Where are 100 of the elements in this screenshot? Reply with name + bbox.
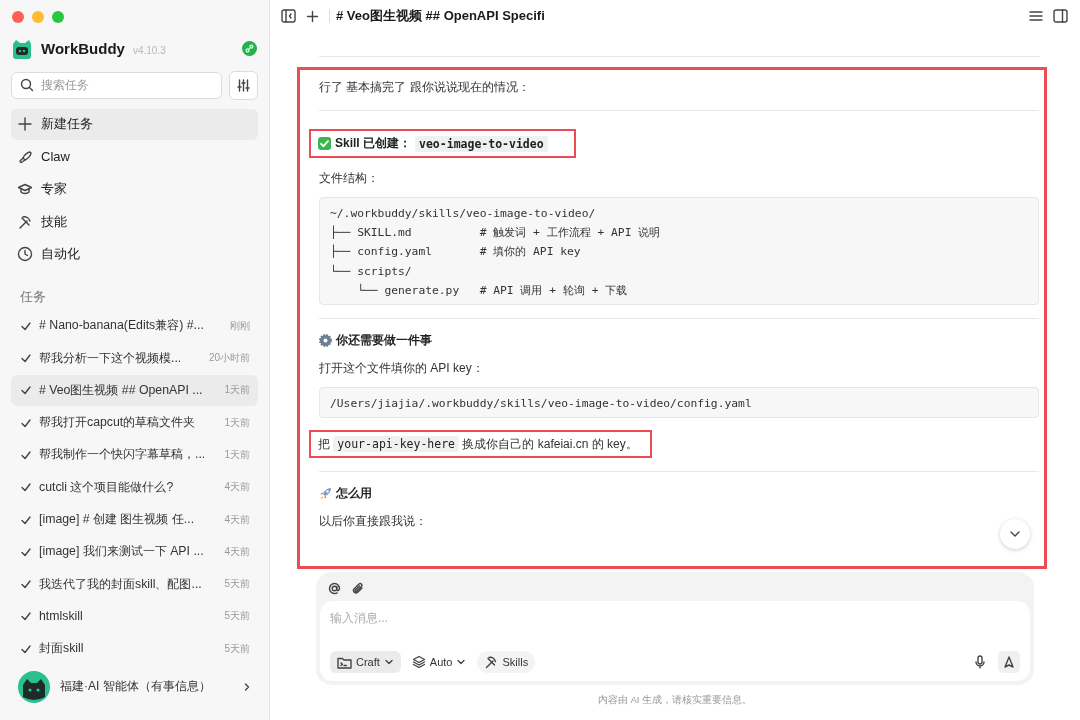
inline-code: your-api-key-here (333, 436, 460, 453)
pickaxe-icon (484, 655, 499, 669)
check-icon (20, 352, 32, 365)
section-label: 任务 (20, 289, 47, 307)
chevron-down-icon (383, 658, 394, 666)
app-version: v4.10.3 (132, 44, 166, 56)
task-time: 5天前 (224, 641, 250, 656)
task-title: 我迭代了我的封面skill、配图... (39, 575, 203, 593)
task-time: 刚刚 (230, 318, 250, 333)
task-item[interactable]: [image] # 创建 图生视频 任... 4天前 (11, 504, 258, 535)
task-time: 1天前 (224, 383, 250, 398)
nav-item[interactable]: 技能 (11, 206, 258, 238)
code-line: /Users/jiajia/.workbuddy/skills/veo-image-to-video/config.yaml (330, 396, 753, 412)
task-title: 帮我分析一下这个视频模... (39, 349, 183, 367)
nav-item[interactable]: 新建任务 (11, 109, 258, 140)
code-line: └── generate.py # API 调用 + 轮询 + 下载 (356, 282, 629, 299)
app-name: WorkBuddy (41, 40, 125, 58)
panel-icon[interactable] (1053, 9, 1068, 23)
inline-code: veo-image-to-video (415, 135, 548, 152)
task-item[interactable]: 我迭代了我的封面skill、配图... 5天前 (11, 568, 258, 600)
message-text: Skill 已创建： (335, 135, 411, 152)
task-item[interactable]: # Nano-banana(Edits兼容) #... 刚刚 (11, 310, 258, 341)
search-icon (20, 78, 34, 93)
plus-icon (17, 116, 33, 133)
check-icon (20, 481, 32, 494)
code-line: ├── config.yaml # 填你的 API key (330, 243, 582, 261)
message-text: 换成你自己的 kafeiai.cn 的 key。 (461, 435, 638, 453)
search-field[interactable]: 搜索任务 (11, 72, 222, 99)
code-line: ├── SKILL.md # 触发词 + 工作流程 + API 说明 (330, 224, 662, 242)
message-text: 把 (318, 435, 331, 453)
rocket-icon (319, 487, 332, 501)
clock-icon (17, 246, 33, 263)
chevron-down-icon (456, 658, 467, 666)
account-name: 福建·AI 智能体（有事信息） (60, 678, 212, 696)
nav-item[interactable]: 自动化 (11, 239, 258, 270)
task-title: 封面skill (39, 640, 85, 658)
task-item[interactable]: 封面skill 5天前 (11, 633, 258, 664)
gear-icon (319, 334, 332, 347)
nav-item[interactable]: 专家 (11, 174, 258, 205)
task-time: 4天前 (224, 512, 250, 527)
plus-icon[interactable] (306, 9, 319, 23)
nav-item[interactable]: Claw (11, 141, 258, 173)
conversation-title: # Veo图生视频 ## OpenAPI Specifi (336, 7, 545, 25)
close-button[interactable] (12, 11, 24, 23)
link-icon[interactable] (242, 41, 257, 57)
terminal-folder-icon (337, 655, 352, 669)
check-icon (20, 384, 32, 397)
task-item[interactable]: htmlskill 5天前 (11, 601, 258, 632)
task-title: htmlskill (39, 609, 84, 624)
task-item[interactable]: 帮我打开capcut的草稿文件夹 1天前 (11, 407, 258, 438)
layers-icon (411, 655, 426, 669)
check-icon (20, 610, 32, 623)
sliders-icon (236, 78, 251, 93)
pickaxe-icon (17, 214, 33, 230)
chevron-down-icon (1009, 530, 1021, 538)
task-item[interactable]: 帮我制作一个快闪字幕草稿，... 1天前 (11, 439, 258, 471)
paperclip-icon[interactable] (351, 582, 364, 595)
task-item[interactable]: 帮我分析一下这个视频模... 20小时前 (11, 342, 258, 374)
chevron-right-icon[interactable] (243, 681, 251, 692)
task-time: 1天前 (224, 447, 250, 462)
task-title: 帮我打开capcut的草稿文件夹 (39, 414, 197, 432)
task-time: 20小时前 (208, 351, 250, 366)
brush-icon (17, 149, 33, 165)
task-item[interactable]: cutcli 这个项目能做什么? 4天前 (11, 471, 258, 503)
task-time: 5天前 (224, 577, 250, 592)
mode-button[interactable]: Skills (477, 651, 536, 673)
message-input[interactable]: 输入消息... (330, 611, 1020, 625)
message-text: 怎么用 (336, 486, 372, 502)
code-line: ~/.workbuddy/skills/veo-image-to-video/ (330, 206, 597, 222)
mention-icon[interactable] (328, 582, 341, 595)
check-box-icon (318, 137, 331, 150)
task-title: [image] 我们来测试一下 API ... (39, 543, 205, 561)
task-title: # Veo图生视频 ## OpenAPI ... (39, 381, 204, 399)
task-time: 1天前 (224, 415, 250, 430)
task-item[interactable]: # Veo图生视频 ## OpenAPI ... 1天前 (11, 375, 258, 406)
app-logo-icon (11, 37, 33, 60)
message-text: 你还需要做一件事 (336, 333, 432, 348)
sidebar-toggle-icon[interactable] (281, 9, 296, 23)
task-time: 5天前 (224, 609, 250, 624)
avatar-icon (18, 670, 50, 703)
search-input[interactable]: 搜索任务 (41, 73, 213, 98)
mode-button[interactable]: Craft (330, 651, 401, 673)
mode-button[interactable]: Auto (404, 651, 474, 673)
disclaimer-text: 内容由 AI 生成，请核实重要信息。 (596, 694, 754, 707)
task-item[interactable]: [image] 我们来测试一下 API ... 4天前 (11, 536, 258, 568)
code-line: └── scripts/ (330, 263, 413, 280)
task-title: cutcli 这个项目能做什么? (39, 478, 175, 496)
task-title: 帮我制作一个快闪字幕草稿，... (39, 446, 207, 464)
send-icon (1003, 656, 1015, 668)
message-text: 行了 基本搞完了 跟你说说现在的情况： (319, 78, 530, 96)
task-title: # Nano-banana(Edits兼容) #... (39, 317, 205, 335)
task-title: [image] # 创建 图生视频 任... (39, 511, 196, 528)
message-text: 文件结构： (319, 169, 379, 187)
check-icon (20, 578, 32, 591)
microphone-icon[interactable] (974, 655, 986, 669)
filter-button[interactable] (229, 71, 258, 100)
menu-icon[interactable] (1029, 10, 1043, 22)
message-text: 以后你直接跟我说： (319, 512, 427, 530)
message-text: 打开这个文件填你的 API key： (319, 359, 484, 377)
task-time: 4天前 (224, 480, 250, 495)
